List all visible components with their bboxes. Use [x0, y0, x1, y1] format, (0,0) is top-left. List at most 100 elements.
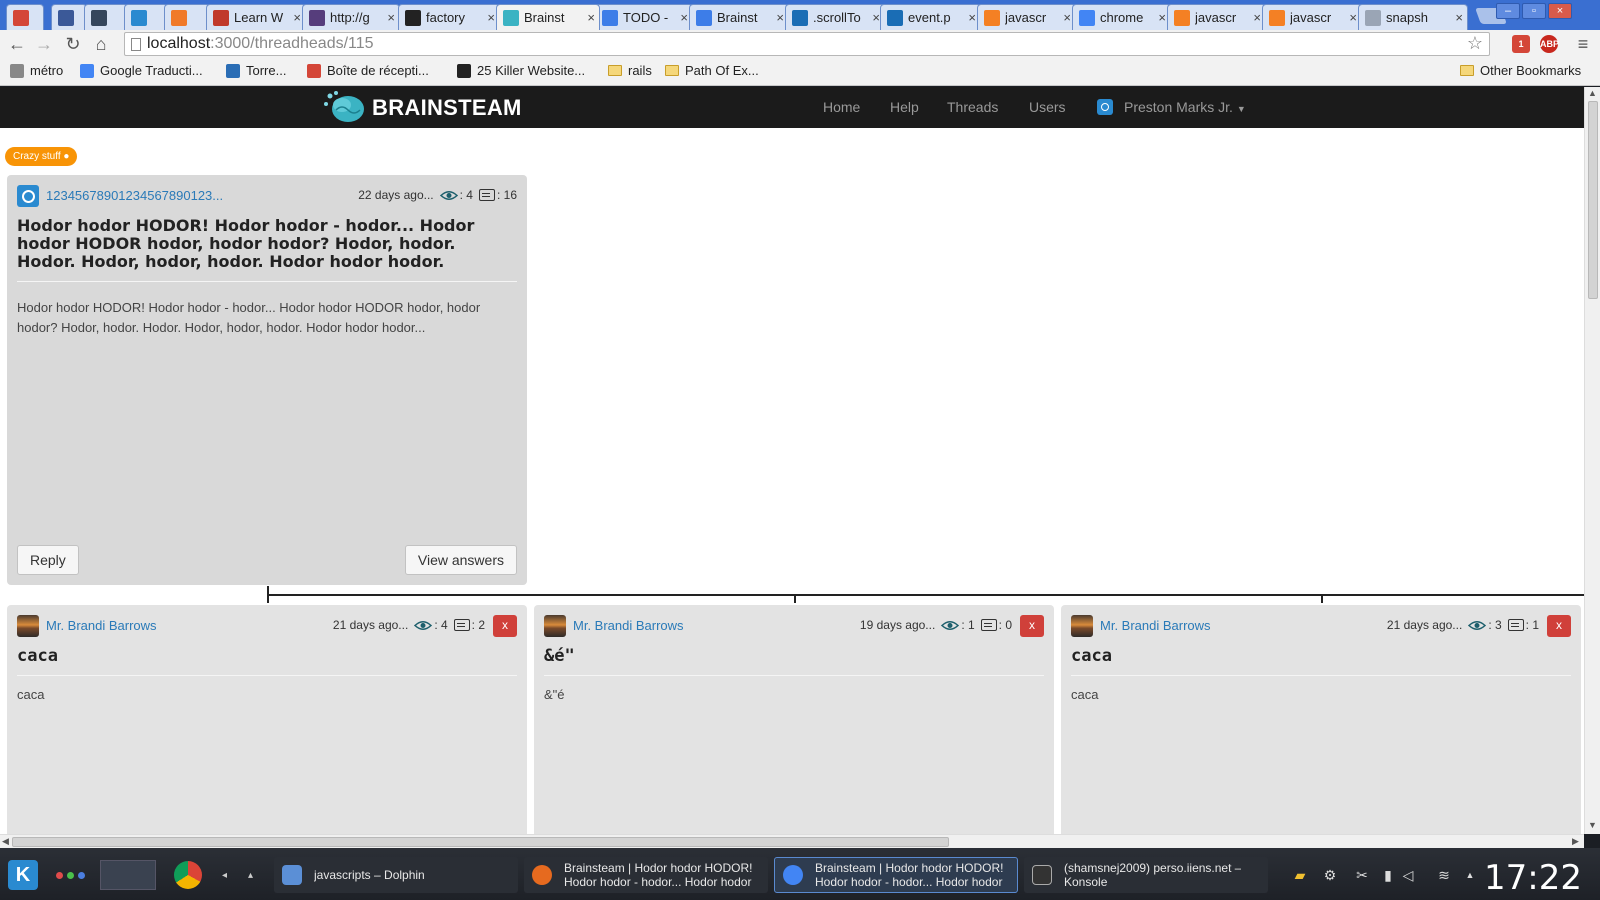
- wifi-icon[interactable]: ≋: [1436, 867, 1452, 883]
- tab-close-icon[interactable]: ×: [872, 10, 880, 25]
- taskbar-task[interactable]: Brainsteam | Hodor hodor HODOR! Hodor ho…: [524, 857, 768, 893]
- browser-tab[interactable]: event.p ×: [880, 4, 981, 30]
- tab-close-icon[interactable]: ×: [487, 10, 495, 25]
- virtual-desktop-pager[interactable]: [100, 860, 156, 890]
- taskbar-task[interactable]: (shamsnej2009) perso.iiens.net – Konsole: [1024, 857, 1268, 893]
- close-window-button[interactable]: ×: [1548, 3, 1572, 19]
- view-answers-button[interactable]: View answers: [404, 545, 517, 575]
- nav-home[interactable]: Home: [823, 99, 860, 115]
- taskbar-task[interactable]: Brainsteam | Hodor hodor HODOR! Hodor ho…: [774, 857, 1018, 893]
- browser-tab[interactable]: Learn W ×: [206, 4, 306, 30]
- browser-tab[interactable]: factory ×: [398, 4, 500, 30]
- browser-tab[interactable]: [84, 4, 128, 30]
- delete-reply-button[interactable]: x: [493, 615, 517, 637]
- kde-launcher-icon[interactable]: K: [8, 860, 38, 890]
- adblock-plus-icon[interactable]: ABP: [1540, 35, 1559, 53]
- settings-gear-icon[interactable]: ⚙: [1322, 867, 1338, 883]
- nav-help[interactable]: Help: [890, 99, 919, 115]
- browser-tab[interactable]: javascr ×: [1262, 4, 1362, 30]
- browser-tab[interactable]: .scrollTo ×: [785, 4, 885, 30]
- nav-users[interactable]: Users: [1029, 99, 1066, 115]
- reply-author-link[interactable]: Mr. Brandi Barrows: [46, 618, 157, 633]
- bookmark-item[interactable]: métro: [10, 63, 63, 78]
- home-icon[interactable]: ⌂: [90, 33, 112, 55]
- reply-author-link[interactable]: Mr. Brandi Barrows: [573, 618, 684, 633]
- url-text[interactable]: localhost:3000/threadheads/115: [147, 35, 374, 53]
- browser-tab[interactable]: [124, 4, 168, 30]
- tab-close-icon[interactable]: ×: [680, 10, 688, 25]
- horizontal-scrollbar[interactable]: ◀ ▶: [0, 834, 1584, 848]
- delete-reply-button[interactable]: x: [1020, 615, 1044, 637]
- tab-close-icon[interactable]: ×: [1455, 10, 1463, 25]
- back-icon[interactable]: ←: [6, 33, 28, 55]
- reload-icon[interactable]: ↻: [62, 33, 84, 55]
- browser-tab[interactable]: javascr ×: [1167, 4, 1266, 30]
- scroll-up-icon[interactable]: ▲: [1588, 88, 1597, 98]
- gmail-checker-icon[interactable]: 1: [1512, 35, 1530, 53]
- hscroll-thumb[interactable]: [12, 837, 949, 847]
- system-clock[interactable]: 17:22: [1484, 858, 1582, 898]
- tab-close-icon[interactable]: ×: [776, 10, 784, 25]
- maximize-button[interactable]: ▫: [1522, 3, 1546, 19]
- delete-reply-button[interactable]: x: [1547, 615, 1571, 637]
- browser-tab[interactable]: Brainst ×: [496, 4, 600, 30]
- bookmark-item[interactable]: Path Of Ex...: [665, 63, 759, 78]
- browser-tab[interactable]: http://g ×: [302, 4, 400, 30]
- tab-close-icon[interactable]: ×: [387, 10, 395, 25]
- author-avatar[interactable]: [17, 615, 39, 637]
- menu-icon[interactable]: ≡: [1572, 33, 1594, 55]
- vertical-scrollbar[interactable]: ▲ ▼: [1584, 87, 1600, 834]
- activities-icon[interactable]: [56, 870, 90, 880]
- browser-tab[interactable]: TODO - ×: [595, 4, 693, 30]
- site-brand[interactable]: BRAINSTEAM: [322, 87, 522, 128]
- bookmark-item[interactable]: Google Traducti...: [80, 63, 203, 78]
- address-bar[interactable]: localhost:3000/threadheads/115 ☆: [124, 32, 1490, 56]
- tab-close-icon[interactable]: ×: [1349, 10, 1357, 25]
- browser-tab[interactable]: [6, 4, 44, 30]
- browser-tab[interactable]: [164, 4, 210, 30]
- scroll-down-icon[interactable]: ▼: [1588, 820, 1597, 830]
- browser-tab[interactable]: javascr ×: [977, 4, 1076, 30]
- tray-expand-icon[interactable]: ▲: [1462, 867, 1478, 883]
- other-bookmarks[interactable]: Other Bookmarks: [1460, 63, 1581, 78]
- minimize-button[interactable]: –: [1496, 3, 1520, 19]
- volume-icon[interactable]: ◁: [1400, 867, 1416, 883]
- author-avatar[interactable]: [544, 615, 566, 637]
- user-menu[interactable]: Preston Marks Jr. ▼: [1124, 99, 1246, 115]
- thread-author-link[interactable]: 12345678901234567890123...: [46, 188, 223, 203]
- klipper-icon[interactable]: ▰: [1292, 867, 1308, 883]
- scroll-right-icon[interactable]: ▶: [1572, 836, 1579, 847]
- author-avatar[interactable]: [1071, 615, 1093, 637]
- bookmark-star-icon[interactable]: ☆: [1467, 33, 1483, 54]
- bookmark-label: Torre...: [246, 63, 287, 78]
- chrome-launcher-icon[interactable]: [174, 861, 202, 889]
- bookmark-item[interactable]: Boîte de récepti...: [307, 63, 429, 78]
- scissors-icon[interactable]: ✂: [1354, 867, 1370, 883]
- battery-icon[interactable]: ▮: [1380, 867, 1396, 883]
- scroll-left-icon[interactable]: ◀: [2, 836, 9, 847]
- nav-threads[interactable]: Threads: [947, 99, 998, 115]
- tab-close-icon[interactable]: ×: [1253, 10, 1261, 25]
- browser-tab[interactable]: snapsh ×: [1358, 4, 1468, 30]
- category-badge[interactable]: Crazy stuff ●: [5, 147, 78, 166]
- dolphin-launcher-icon[interactable]: ◂: [222, 870, 227, 881]
- scroll-thumb[interactable]: [1588, 101, 1598, 299]
- author-avatar[interactable]: [17, 185, 39, 207]
- browser-tab[interactable]: [51, 4, 87, 30]
- reply-author-link[interactable]: Mr. Brandi Barrows: [1100, 618, 1211, 633]
- browser-tab[interactable]: chrome ×: [1072, 4, 1171, 30]
- bookmark-item[interactable]: 25 Killer Website...: [457, 63, 585, 78]
- tab-close-icon[interactable]: ×: [1158, 10, 1166, 25]
- tab-close-icon[interactable]: ×: [293, 10, 301, 25]
- reply-meta: 19 days ago...: 1: 0: [860, 618, 1012, 632]
- tab-close-icon[interactable]: ×: [1063, 10, 1071, 25]
- bookmark-item[interactable]: Torre...: [226, 63, 286, 78]
- forward-icon[interactable]: →: [33, 33, 55, 55]
- browser-tab[interactable]: Brainst ×: [689, 4, 789, 30]
- reply-button[interactable]: Reply: [17, 545, 79, 575]
- app-launcher-icon[interactable]: ▴: [248, 870, 253, 881]
- tab-close-icon[interactable]: ×: [587, 10, 595, 25]
- taskbar-task[interactable]: javascripts – Dolphin: [274, 857, 518, 893]
- bookmark-item[interactable]: rails: [608, 63, 652, 78]
- tab-close-icon[interactable]: ×: [968, 10, 976, 25]
